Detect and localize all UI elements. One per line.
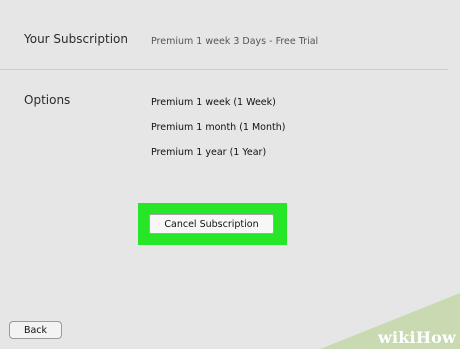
option-monthly: Premium 1 month (1 Month) (151, 122, 286, 133)
option-yearly: Premium 1 year (1 Year) (151, 147, 267, 158)
wikihow-watermark: wikiHow (378, 328, 456, 347)
subscription-label: Your Subscription (24, 32, 128, 46)
option-weekly: Premium 1 week (1 Week) (151, 97, 276, 108)
current-subscription-value: Premium 1 week 3 Days - Free Trial (151, 36, 319, 47)
watermark-suffix: How (415, 328, 456, 347)
options-label: Options (24, 93, 71, 107)
back-button[interactable]: Back (9, 321, 62, 339)
watermark-prefix: wiki (378, 328, 416, 347)
cancel-subscription-button[interactable]: Cancel Subscription (149, 214, 274, 234)
section-divider (0, 69, 448, 70)
